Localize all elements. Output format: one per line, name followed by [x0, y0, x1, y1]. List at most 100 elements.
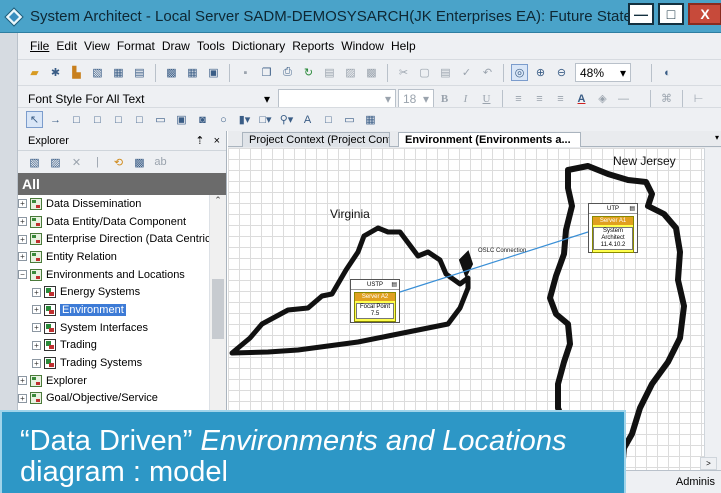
grid-icon[interactable]: ▩: [163, 64, 180, 81]
select-pointer-icon[interactable]: ↖: [26, 111, 43, 128]
tree-item[interactable]: + Trading: [18, 337, 226, 355]
box-dropdown-icon[interactable]: □▾: [257, 111, 274, 128]
tree-item[interactable]: + Trading Systems: [18, 354, 226, 372]
menu-format[interactable]: Format: [117, 39, 155, 53]
font-name-dropdown[interactable]: ▾: [278, 89, 396, 108]
scroll-thumb[interactable]: [212, 279, 224, 339]
symbol-dropdown-icon[interactable]: ▮▾: [236, 111, 253, 128]
matrix-icon[interactable]: ▣: [205, 64, 222, 81]
menu-edit[interactable]: Edit: [56, 39, 77, 53]
expand-icon[interactable]: +: [32, 323, 41, 333]
align-right-icon[interactable]: ≡: [552, 90, 569, 107]
open-icon[interactable]: ▰: [26, 64, 43, 81]
tab-project-context[interactable]: Project Context (Project Context): [242, 132, 390, 147]
delete-icon[interactable]: ▤: [437, 64, 454, 81]
canvas-scrollbar[interactable]: [704, 148, 721, 493]
expand-icon[interactable]: +: [32, 305, 41, 315]
tab-environment[interactable]: Environment (Environments a...: [398, 132, 581, 147]
menu-help[interactable]: Help: [391, 39, 416, 53]
chart-icon[interactable]: ▦: [110, 64, 127, 81]
explorer-root[interactable]: All: [18, 173, 226, 195]
undo-icon[interactable]: ↶: [479, 64, 496, 81]
ellipse-icon[interactable]: ○: [215, 111, 232, 128]
rectangle2-icon[interactable]: □: [89, 111, 106, 128]
font-style-dropdown[interactable]: Font Style For All Text ▾: [24, 89, 274, 108]
print-preview-icon[interactable]: ▤: [321, 64, 338, 81]
collapse-icon[interactable]: −: [18, 270, 27, 280]
expand-icon[interactable]: +: [18, 199, 27, 209]
rectangle4-icon[interactable]: □: [131, 111, 148, 128]
font-size-dropdown[interactable]: 18 ▾: [398, 89, 434, 108]
delete-item-icon[interactable]: ✕: [68, 154, 85, 171]
close-button[interactable]: X: [688, 3, 721, 25]
rectangle-icon[interactable]: □: [68, 111, 85, 128]
text-color-button[interactable]: A: [573, 90, 590, 107]
check-icon[interactable]: ✓: [458, 64, 475, 81]
pin-dropdown-icon[interactable]: ⚲▾: [278, 111, 295, 128]
link-icon[interactable]: ⟲: [110, 154, 127, 171]
clipboard-icon[interactable]: ▢: [416, 64, 433, 81]
tree-item[interactable]: + Data Entity/Data Component: [18, 213, 226, 231]
expand-icon[interactable]: +: [32, 287, 41, 297]
menu-window[interactable]: Window: [341, 39, 384, 53]
image-icon[interactable]: ▣: [173, 111, 190, 128]
pin-icon[interactable]: ⇡: [195, 135, 204, 147]
align-center-icon[interactable]: ≡: [531, 90, 548, 107]
menu-tools[interactable]: Tools: [197, 39, 225, 53]
report-icon[interactable]: ▤: [131, 64, 148, 81]
search-icon[interactable]: ab: [152, 154, 169, 171]
grid-tool-icon[interactable]: ▦: [362, 111, 379, 128]
menu-dictionary[interactable]: Dictionary: [232, 39, 285, 53]
server-a2-node[interactable]: USTP ▤ Server A2 Focal Point 7.5: [350, 279, 400, 323]
layout-icon[interactable]: ⊢: [690, 90, 707, 107]
bold-button[interactable]: B: [436, 90, 453, 107]
expand-icon[interactable]: +: [18, 217, 27, 227]
tree-item[interactable]: + Entity Relation: [18, 248, 226, 266]
tree-item[interactable]: + Explorer: [18, 372, 226, 390]
tree-item[interactable]: + Environment: [18, 301, 226, 319]
scroll-up-icon[interactable]: ⌃: [210, 195, 226, 206]
align-left-icon[interactable]: ≡: [510, 90, 527, 107]
tree-item[interactable]: + Enterprise Direction (Data Centric): [18, 230, 226, 248]
paste-special-icon[interactable]: ▨: [342, 64, 359, 81]
expand-icon[interactable]: +: [32, 340, 41, 350]
line-style-icon[interactable]: —: [615, 90, 632, 107]
zoom-fit-icon[interactable]: ◎: [511, 64, 528, 81]
arrow-line-icon[interactable]: →: [47, 111, 64, 128]
server-a1-node[interactable]: UTP ▤ Server A1 System Architect 11.4.10.…: [588, 203, 638, 253]
filter-icon[interactable]: ▩: [131, 154, 148, 171]
box-tool-icon[interactable]: □: [320, 111, 337, 128]
text-tool-icon[interactable]: A: [299, 111, 316, 128]
edit-definition-icon[interactable]: ▨: [47, 154, 64, 171]
tree-item[interactable]: + Goal/Objective/Service: [18, 390, 226, 408]
paste-icon[interactable]: ▩: [363, 64, 380, 81]
circle-tool-icon[interactable]: ◙: [194, 111, 211, 128]
rectangle3-icon[interactable]: □: [110, 111, 127, 128]
panel-tool-icon[interactable]: ▭: [341, 111, 358, 128]
menu-file[interactable]: File: [30, 39, 49, 53]
tabs-dropdown-icon[interactable]: ▾: [715, 133, 719, 142]
underline-button[interactable]: U: [478, 90, 495, 107]
zoom-out-icon[interactable]: ⊖: [553, 64, 570, 81]
expand-icon[interactable]: +: [18, 234, 27, 244]
expand-icon[interactable]: +: [32, 358, 41, 368]
expand-icon[interactable]: +: [18, 393, 27, 403]
globe-icon[interactable]: ◐: [659, 64, 676, 81]
refresh-icon[interactable]: ↻: [300, 64, 317, 81]
copy-icon[interactable]: ❐: [258, 64, 275, 81]
new-diagram-icon[interactable]: ▙: [68, 64, 85, 81]
explorer-scrollbar[interactable]: ⌃: [209, 195, 226, 411]
settings-icon[interactable]: ✱: [47, 64, 64, 81]
tree-item[interactable]: + Energy Systems: [18, 283, 226, 301]
cut-icon[interactable]: ✂: [395, 64, 412, 81]
menu-draw[interactable]: Draw: [162, 39, 190, 53]
zoom-dropdown[interactable]: 48% ▾: [575, 63, 631, 82]
minimize-button[interactable]: —: [628, 3, 654, 25]
tree-item[interactable]: + System Interfaces: [18, 319, 226, 337]
menu-reports[interactable]: Reports: [292, 39, 334, 53]
tree-item[interactable]: + Data Dissemination: [18, 195, 226, 213]
expand-icon[interactable]: +: [18, 252, 27, 262]
shape-icon[interactable]: ▭: [152, 111, 169, 128]
expand-icon[interactable]: +: [18, 376, 27, 386]
menu-view[interactable]: View: [84, 39, 110, 53]
